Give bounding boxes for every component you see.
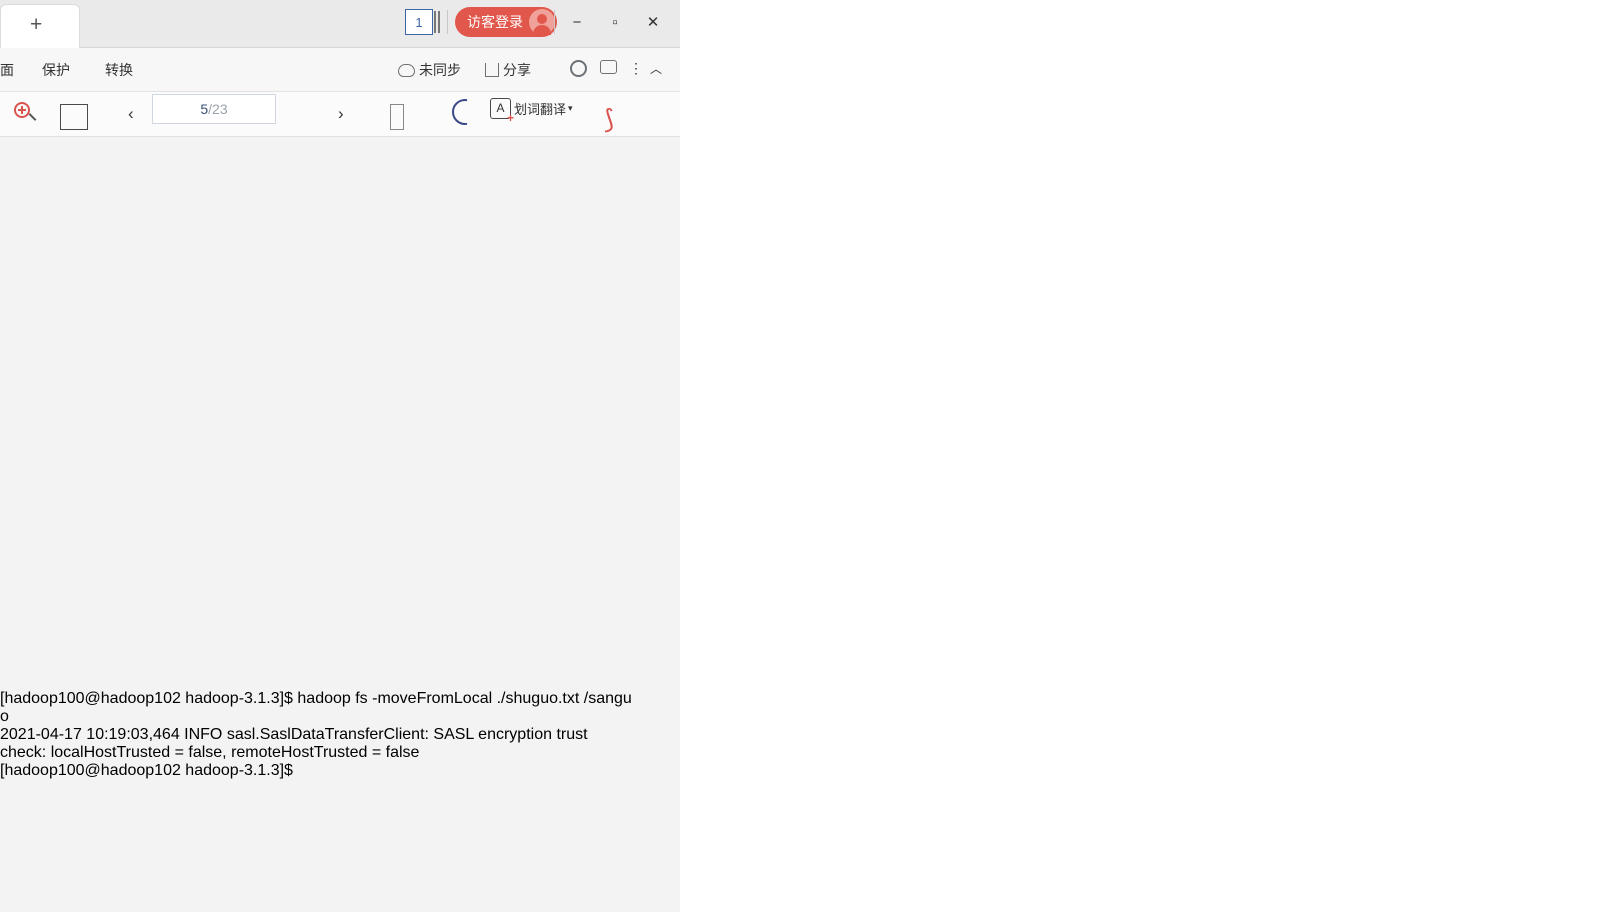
pdf-close-button[interactable]: ✕: [638, 8, 668, 36]
ribbon-item-protect[interactable]: 保护: [42, 60, 70, 80]
next-page-button[interactable]: ›: [338, 104, 344, 124]
word-translate-label: 划词翻译: [514, 102, 567, 117]
pdf-ribbon: 面 保护 转换 查找功能、文档内容 未同步 分享 ⋮ ︿: [0, 48, 680, 131]
collapse-ribbon-icon[interactable]: ︿: [650, 60, 662, 77]
pdf-new-tab-icon[interactable]: +: [30, 14, 42, 35]
page-total: /23: [208, 101, 228, 117]
divider: [554, 10, 555, 34]
scroll-mode-icon[interactable]: [390, 104, 404, 130]
translate-icon: A +: [490, 98, 514, 124]
pdf-maximize-button[interactable]: ▫: [600, 8, 630, 36]
terminal-line: [hadoop100@hadoop102 hadoop-3.1.3]$ hado…: [0, 690, 632, 707]
comment-icon[interactable]: [600, 60, 617, 74]
chevron-down-icon: ▾: [568, 103, 573, 113]
pdf-view-toolbar: ‹ › A + 划词翻译 ▾ ⟆: [0, 92, 680, 137]
terminal-prompt: [hadoop100@hadoop102 hadoop-3.1.3]$: [0, 762, 293, 779]
more-menu-icon[interactable]: ⋮: [629, 60, 643, 77]
pdf-minimize-button[interactable]: −: [562, 8, 592, 36]
guest-login-label: 访客登录: [467, 14, 523, 30]
screen-root: + 1 访客登录 − ▫ ✕ 面 保护 转换 查找功能、文档内容 未同步: [0, 0, 1601, 912]
page-current: 5: [200, 101, 209, 117]
ribbon-item-convert[interactable]: 转换: [105, 60, 133, 80]
night-mode-icon[interactable]: [452, 99, 476, 123]
page-number-input[interactable]: 5/23: [152, 94, 276, 124]
ribbon-item-0[interactable]: 面: [0, 60, 14, 80]
pdf-page-badge: 1: [405, 9, 433, 35]
gear-icon[interactable]: [570, 60, 587, 77]
share-icon: [485, 63, 499, 77]
terminal-line: o: [0, 708, 9, 725]
pdf-tabstrip: + 1 访客登录 − ▫ ✕: [0, 0, 680, 48]
terminal-line: check: localHostTrusted = false, remoteH…: [0, 744, 420, 761]
page-rotate-icon[interactable]: [60, 104, 88, 130]
divider: [447, 10, 448, 34]
sync-status[interactable]: 未同步: [398, 60, 461, 80]
sync-label: 未同步: [419, 62, 461, 78]
share-button[interactable]: 分享: [485, 60, 531, 80]
guest-login-button[interactable]: 访客登录: [455, 7, 557, 37]
terminal-line: 2021-04-17 10:19:03,464 INFO sasl.SaslDa…: [0, 726, 588, 743]
prev-page-button[interactable]: ‹: [128, 104, 134, 124]
avatar: [529, 9, 555, 35]
cloud-icon: [398, 63, 415, 77]
word-translate-button[interactable]: A + 划词翻译 ▾: [490, 98, 573, 124]
zoom-in-icon[interactable]: [12, 100, 37, 124]
share-label: 分享: [503, 62, 531, 78]
pdf-pages-stack-icon: [434, 11, 442, 33]
reading-mode-icon[interactable]: ⟆: [604, 104, 614, 135]
